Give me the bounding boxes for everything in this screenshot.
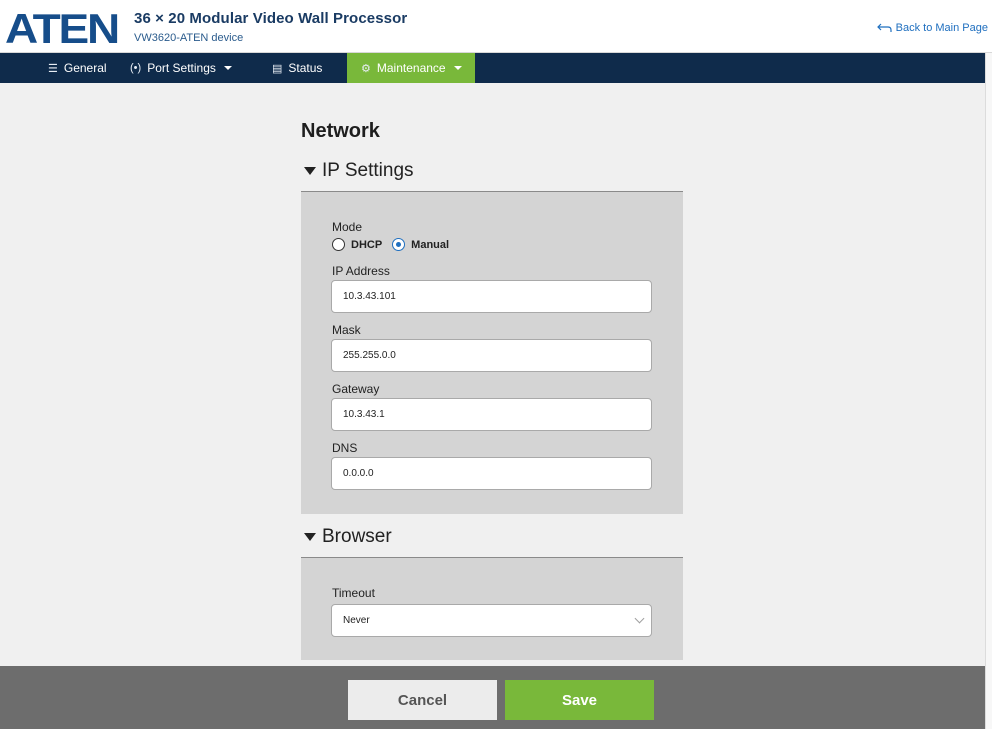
nav-port-settings-label: Port Settings: [147, 61, 216, 75]
gateway-label: Gateway: [332, 382, 380, 396]
action-footer: Cancel Save: [0, 666, 985, 729]
timeout-label: Timeout: [332, 586, 375, 600]
browser-heading: Browser: [322, 526, 392, 547]
gateway-field[interactable]: 10.3.43.1: [331, 398, 652, 431]
mode-label: Mode: [332, 220, 363, 234]
chevron-down-icon: [634, 613, 645, 624]
nav-general[interactable]: ☰ General: [48, 53, 107, 83]
mask-label: Mask: [332, 323, 361, 337]
manual-radio[interactable]: [392, 238, 406, 251]
nav-status[interactable]: ▤ Status: [272, 53, 322, 83]
device-name: VW3620-ATEN device: [134, 32, 244, 44]
page-header-title: 36 × 20 Modular Video Wall Processor: [134, 10, 408, 27]
page-scrollbar[interactable]: [985, 53, 992, 729]
status-icon: ▤: [272, 62, 283, 75]
timeout-value: Never: [343, 615, 370, 626]
chevron-down-icon: [223, 66, 232, 70]
save-button[interactable]: Save: [505, 680, 654, 720]
app-header: ATEN 36 × 20 Modular Video Wall Processo…: [0, 0, 992, 53]
list-icon: ☰: [48, 62, 58, 75]
main-nav: ☰ General (•) Port Settings ▤ Status ⚙ M…: [0, 53, 992, 83]
expanded-triangle-icon: [304, 533, 316, 541]
back-arrow-icon: [876, 23, 892, 32]
nav-maintenance-label: Maintenance: [376, 61, 446, 75]
ip-settings-heading: IP Settings: [322, 160, 414, 181]
browser-panel: Timeout Never: [301, 558, 683, 660]
port-icon: (•): [130, 62, 142, 74]
nav-general-label: General: [63, 61, 107, 75]
ip-settings-panel: Mode DHCP Manual IP Address 10.3.43.101 …: [301, 192, 683, 514]
svg-text:ATEN: ATEN: [5, 8, 118, 48]
ip-settings-toggle[interactable]: IP Settings: [304, 160, 414, 182]
dhcp-radio[interactable]: [332, 238, 345, 251]
expanded-triangle-icon: [304, 167, 316, 175]
chevron-down-icon: [453, 66, 462, 70]
main-content: Network IP Settings Mode DHCP Manual IP …: [0, 83, 985, 666]
mask-field[interactable]: 255.255.0.0: [331, 339, 652, 372]
cancel-button[interactable]: Cancel: [348, 680, 497, 720]
mode-radio-group: DHCP Manual: [332, 238, 459, 251]
page-title: Network: [301, 120, 380, 142]
timeout-select[interactable]: Never: [331, 604, 652, 637]
ip-address-label: IP Address: [332, 264, 390, 278]
nav-maintenance[interactable]: ⚙ Maintenance: [347, 53, 475, 83]
aten-logo: ATEN: [5, 8, 120, 48]
back-to-main-link[interactable]: Back to Main Page: [876, 22, 988, 34]
gear-icon: ⚙: [361, 62, 371, 75]
dns-field[interactable]: 0.0.0.0: [331, 457, 652, 490]
nav-status-label: Status: [288, 61, 323, 75]
ip-address-field[interactable]: 10.3.43.101: [331, 280, 652, 313]
back-link-label: Back to Main Page: [895, 22, 988, 34]
dns-label: DNS: [332, 441, 358, 455]
browser-toggle[interactable]: Browser: [304, 526, 392, 548]
nav-port-settings[interactable]: (•) Port Settings: [130, 53, 232, 83]
manual-radio-label: Manual: [411, 238, 450, 251]
dhcp-radio-label: DHCP: [351, 238, 383, 251]
